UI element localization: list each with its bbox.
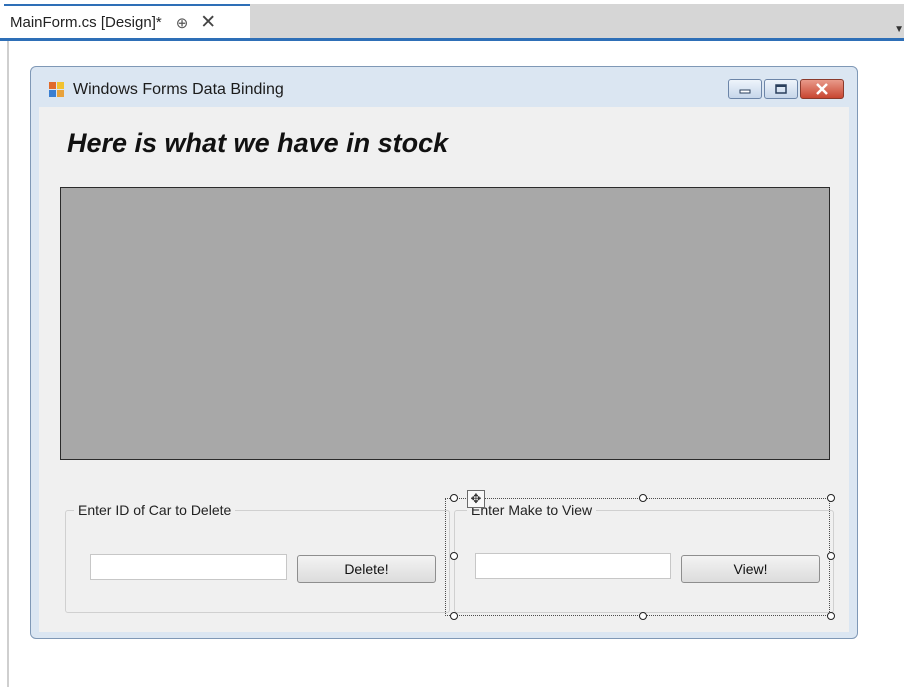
- tab-underline: [0, 38, 904, 41]
- resize-handle-top[interactable]: [639, 494, 647, 502]
- delete-group-label: Enter ID of Car to Delete: [74, 502, 236, 518]
- resize-handle-top-right[interactable]: [827, 494, 835, 502]
- tab-dropdown-icon[interactable]: ▼: [894, 24, 904, 35]
- pin-icon[interactable]: ⊕: [176, 14, 189, 32]
- app-icon: [49, 82, 65, 98]
- selection-outline: [445, 498, 830, 616]
- resize-handle-bottom-left[interactable]: [450, 612, 458, 620]
- resize-handle-right[interactable]: [827, 552, 835, 560]
- stock-heading: Here is what we have in stock: [67, 128, 449, 158]
- delete-button[interactable]: Delete!: [297, 555, 436, 583]
- form-client-area: Here is what we have in stock Enter ID o…: [39, 107, 849, 632]
- inventory-data-grid[interactable]: [60, 187, 830, 460]
- resize-handle-bottom-right[interactable]: [827, 612, 835, 620]
- form-title: Windows Forms Data Binding: [73, 81, 284, 98]
- designer-left-rule: [7, 41, 9, 687]
- resize-handle-top-left[interactable]: [450, 494, 458, 502]
- maximize-icon[interactable]: [764, 79, 798, 99]
- move-icon[interactable]: ✥: [467, 490, 485, 508]
- resize-handle-bottom[interactable]: [639, 612, 647, 620]
- window-close-icon[interactable]: [800, 79, 844, 99]
- close-icon[interactable]: ✕: [200, 11, 216, 34]
- car-id-input[interactable]: [90, 554, 287, 580]
- form-window: Windows Forms Data Binding Here is what …: [30, 66, 858, 639]
- tab-title: MainForm.cs [Design]*: [10, 14, 162, 31]
- tab-mainform-design[interactable]: MainForm.cs [Design]* ⊕ ✕: [4, 4, 250, 39]
- document-tab-strip: MainForm.cs [Design]* ⊕ ✕ ▼: [0, 0, 904, 41]
- tab-strip-background: [250, 4, 904, 38]
- window-controls: [728, 79, 844, 99]
- minimize-icon[interactable]: [728, 79, 762, 99]
- form-title-bar: Windows Forms Data Binding: [49, 81, 284, 99]
- resize-handle-left[interactable]: [450, 552, 458, 560]
